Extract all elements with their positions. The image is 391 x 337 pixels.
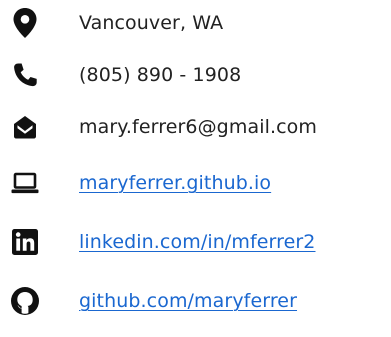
phone-text: (805) 890 - 1908	[79, 64, 242, 86]
map-marker-icon	[8, 6, 42, 40]
contact-list: Vancouver, WA (805) 890 - 1908 mary.ferr…	[0, 0, 391, 337]
linkedin-link[interactable]: linkedin.com/in/mferrer2	[79, 229, 316, 255]
website-link[interactable]: maryferrer.github.io	[79, 170, 271, 196]
phone-icon	[8, 58, 42, 92]
laptop-icon	[8, 166, 42, 200]
github-icon	[8, 284, 42, 318]
location-text: Vancouver, WA	[79, 12, 224, 34]
github-link[interactable]: github.com/maryferrer	[79, 288, 297, 314]
contact-row-linkedin[interactable]: linkedin.com/in/mferrer2	[0, 223, 391, 263]
contact-row-website[interactable]: maryferrer.github.io	[0, 164, 391, 204]
contact-row-email: mary.ferrer6@gmail.com	[0, 108, 391, 148]
email-text: mary.ferrer6@gmail.com	[79, 116, 317, 138]
envelope-open-icon	[8, 110, 42, 144]
contact-row-location: Vancouver, WA	[0, 4, 391, 44]
contact-row-phone: (805) 890 - 1908	[0, 56, 391, 96]
contact-row-github[interactable]: github.com/maryferrer	[0, 282, 391, 322]
linkedin-icon	[8, 225, 42, 259]
